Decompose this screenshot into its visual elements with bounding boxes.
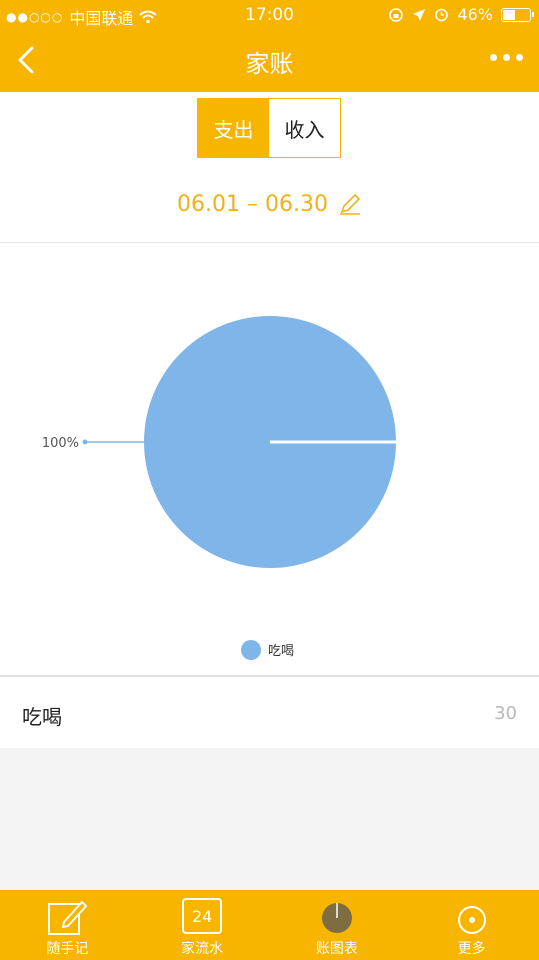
tab-chart[interactable]: 账图表: [270, 890, 405, 960]
note-edit-icon: [48, 900, 88, 935]
category-name: 吃喝: [22, 705, 62, 729]
list-item[interactable]: 吃喝 30: [0, 677, 539, 747]
tab-label: 随手记: [46, 941, 89, 957]
chart-icon: [321, 903, 352, 933]
calendar-day: 24: [191, 906, 213, 926]
expense-income-toggle: 支出 收入: [197, 98, 341, 158]
leader-dot: [82, 439, 88, 445]
tab-label: 更多: [457, 941, 486, 957]
tab-more[interactable]: 更多: [404, 890, 539, 960]
expense-pie-chart: 100% 吃喝: [42, 316, 396, 660]
calendar-icon: 24: [182, 898, 223, 934]
tab-bar: 随手记 24 家流水 账图表 更多: [0, 890, 539, 960]
legend-label: 吃喝: [268, 643, 294, 659]
legend-swatch: [241, 640, 261, 660]
nav-bar: 家账: [0, 30, 539, 92]
top-bar: ●●○○○ 中国联通 17:00 46% 家账: [0, 0, 539, 92]
alarm-icon: [435, 8, 449, 22]
page-title: 家账: [245, 50, 294, 78]
tab-label: 家流水: [181, 941, 224, 957]
date-range[interactable]: 06.01 – 06.30: [0, 184, 539, 224]
category-amount: 30: [494, 703, 517, 724]
tab-note[interactable]: 随手记: [0, 890, 135, 960]
location-arrow-icon: [413, 8, 426, 21]
tab-label: 账图表: [315, 941, 358, 957]
battery-percent: 46%: [457, 5, 493, 24]
more-icon: [457, 906, 486, 934]
tab-income[interactable]: 收入: [269, 99, 340, 157]
data-label: 100%: [42, 436, 79, 451]
tab-expense[interactable]: 支出: [198, 99, 269, 157]
more-dots-icon[interactable]: [490, 54, 523, 61]
date-range-text: 06.01 – 06.30: [177, 191, 328, 217]
tab-ledger[interactable]: 24 家流水: [135, 890, 270, 960]
pencil-icon[interactable]: [338, 192, 362, 216]
battery-icon: [501, 7, 534, 22]
empty-area: [0, 748, 539, 890]
rotation-lock-icon: [389, 7, 404, 22]
battery-fill: [503, 9, 515, 20]
status-bar: ●●○○○ 中国联通 17:00 46%: [0, 0, 539, 30]
